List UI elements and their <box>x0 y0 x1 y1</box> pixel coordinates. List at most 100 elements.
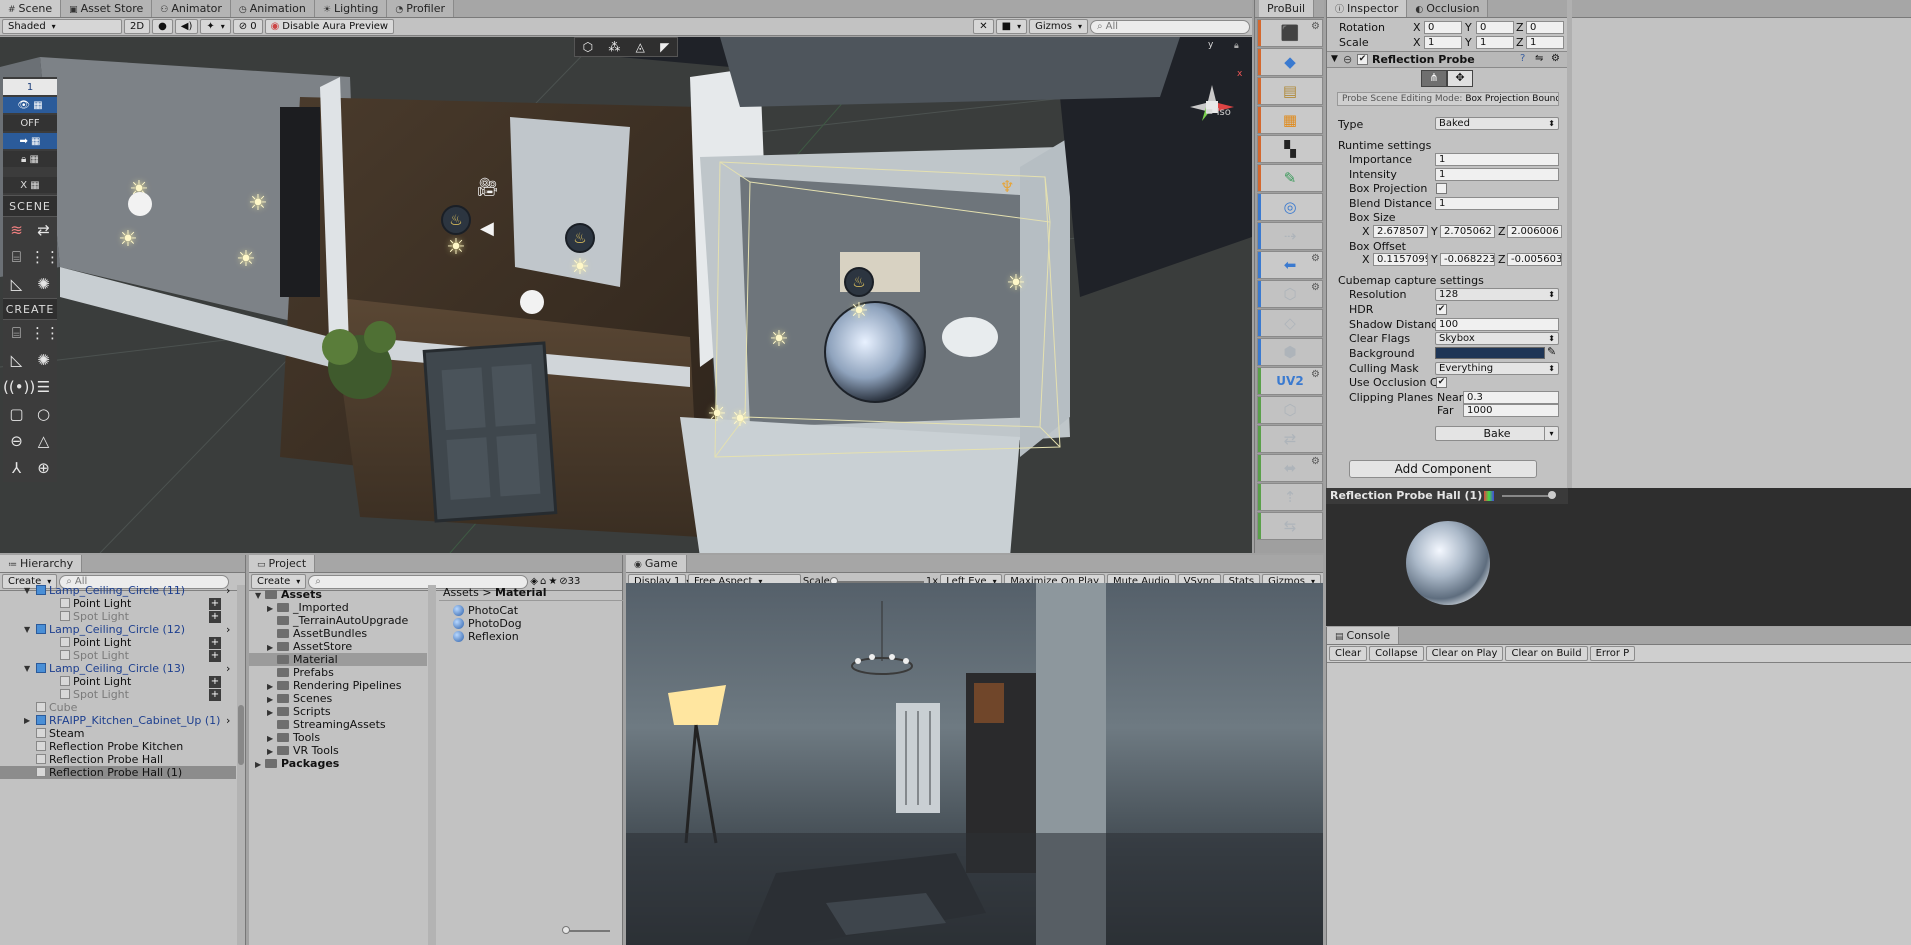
add-override-icon[interactable]: + <box>209 598 221 610</box>
hierarchy-item[interactable]: Reflection Probe Kitchen <box>36 740 183 753</box>
camera-icon[interactable]: ⌸ <box>3 244 30 271</box>
foldout-arrow-icon[interactable]: ▼ <box>255 589 265 602</box>
create-camera-icon[interactable]: ⌸ <box>3 320 30 347</box>
bake-dropdown-arrow-icon[interactable]: ▾ <box>1544 427 1558 440</box>
hierarchy-item[interactable]: Point Light <box>60 675 131 688</box>
hierarchy-item[interactable]: Steam <box>36 727 85 740</box>
create-ruler-icon[interactable]: ◺ <box>3 347 30 374</box>
point-light-gizmo-icon[interactable]: ☀ <box>766 327 792 353</box>
console-collapse-button[interactable]: Collapse <box>1369 646 1424 661</box>
move-origin-icon[interactable]: ✥ <box>1447 70 1473 87</box>
object-mode-icon[interactable]: ⬡ <box>583 40 593 54</box>
rotation-z-field[interactable]: 0 <box>1526 21 1564 34</box>
project-tree-scrollbar[interactable] <box>428 585 436 945</box>
edge-mode-icon[interactable]: ◬ <box>636 40 645 54</box>
move-arrow-icon[interactable]: ➡ ▦ <box>3 133 57 149</box>
off-toggle[interactable]: OFF <box>3 115 57 131</box>
pb-hidden-button[interactable]: ⬢ <box>1257 338 1323 366</box>
hierarchy-item[interactable]: ▶ RFAIPP_Kitchen_Cabinet_Up (1) <box>24 714 220 727</box>
inspector-scrollbar[interactable] <box>1567 0 1572 488</box>
shadow-distance-field[interactable]: 100 <box>1435 318 1559 331</box>
create-sun-icon[interactable]: ✺ <box>30 347 57 374</box>
pb-freeze-button[interactable]: ⇡ <box>1257 483 1323 511</box>
paint-icon[interactable]: ≋ <box>3 217 30 244</box>
spot-light-gizmo-icon[interactable]: ♨ <box>441 205 471 235</box>
project-folder-item[interactable]: _TerrainAutoUpgrade <box>267 614 408 627</box>
pb-material-editor-button[interactable]: ▦ <box>1257 106 1323 134</box>
file-item[interactable]: Reflexion <box>453 630 519 643</box>
hierarchy-scrollbar[interactable] <box>237 585 245 945</box>
console-clear-button[interactable]: Clear <box>1329 646 1368 661</box>
project-folder-item[interactable]: StreamingAssets <box>267 718 386 731</box>
hierarchy-item[interactable]: ▼ Lamp_Ceiling_Circle (11) <box>24 585 185 597</box>
hierarchy-scroll-thumb[interactable] <box>238 705 244 765</box>
foldout-arrow-icon[interactable]: ▼ <box>24 623 30 636</box>
audio-source-gizmo-icon[interactable]: ◀ <box>480 218 494 239</box>
open-prefab-chevron-icon[interactable]: › <box>226 714 230 727</box>
create-cube-icon[interactable]: ▢ <box>3 401 30 428</box>
gear-icon[interactable]: ⚙ <box>1311 253 1320 264</box>
file-item[interactable]: PhotoCat <box>453 604 518 617</box>
type-dropdown[interactable]: Baked <box>1435 117 1559 130</box>
edit-bounds-icon[interactable]: ⋔ <box>1421 70 1447 87</box>
reflection-probe-gizmo-icon[interactable] <box>520 290 544 314</box>
rotation-x-field[interactable]: 0 <box>1424 21 1462 34</box>
open-prefab-chevron-icon[interactable]: › <box>226 662 230 675</box>
ruler-icon[interactable]: ◺ <box>3 271 30 298</box>
project-folder-item[interactable]: AssetBundles <box>267 627 367 640</box>
layer-number[interactable]: 1 <box>3 79 57 95</box>
far-field[interactable]: 1000 <box>1463 404 1559 417</box>
add-override-icon[interactable]: + <box>209 650 221 662</box>
create-cylinder-icon[interactable]: ⊖ <box>3 428 30 455</box>
shading-mode-dropdown[interactable]: Shaded <box>2 19 122 34</box>
box-size-x-field[interactable]: 2.678507 <box>1373 225 1428 238</box>
tab-inspector[interactable]: ⓘ Inspector <box>1327 0 1408 17</box>
projection-label[interactable]: ≡ Iso <box>1205 107 1231 118</box>
point-light-gizmo-icon[interactable]: ☀ <box>443 235 469 261</box>
pb-loop-button[interactable]: ◇ <box>1257 309 1323 337</box>
gizmo-lock-icon[interactable]: 🔒︎ <box>1234 41 1239 51</box>
pb-vertex-colors-button[interactable]: ✎ <box>1257 164 1323 192</box>
add-override-icon[interactable]: + <box>209 676 221 688</box>
project-folder-item[interactable]: ▶ Rendering Pipelines <box>267 679 401 692</box>
pb-new-poly-shape-button[interactable]: ◆ <box>1257 48 1323 76</box>
hidden-objects-toggle[interactable]: ⊘ 0 <box>232 19 263 34</box>
gear-icon[interactable]: ⚙ <box>1311 456 1320 467</box>
hierarchy-item[interactable]: ▼ Lamp_Ceiling_Circle (12) <box>24 623 185 636</box>
channel-icon[interactable] <box>1484 491 1494 501</box>
point-light-gizmo-icon[interactable]: ☀ <box>245 191 271 217</box>
presets-icon[interactable]: ⇋ <box>1535 53 1543 64</box>
project-folder-item[interactable]: ▶ Scripts <box>267 705 331 718</box>
box-offset-y-field[interactable]: -0.0682237 <box>1440 253 1495 266</box>
box-size-y-field[interactable]: 2.705062 <box>1440 225 1495 238</box>
pb-selection-button[interactable]: ◎ <box>1257 193 1323 221</box>
breadcrumb-leaf[interactable]: Material <box>495 586 546 599</box>
gizmos-dropdown[interactable]: Gizmos <box>1029 19 1088 34</box>
breadcrumb-root[interactable]: Assets <box>443 586 479 599</box>
gear-icon[interactable]: ⚙ <box>1551 53 1560 64</box>
occlusion-culling-checkbox[interactable]: ✔ <box>1436 377 1447 388</box>
tab-scene[interactable]: # Scene <box>0 0 62 17</box>
vertex-mode-icon[interactable]: ⁂ <box>608 40 620 54</box>
icon-size-slider[interactable] <box>566 930 610 932</box>
bake-button[interactable]: Bake ▾ <box>1435 426 1559 441</box>
hierarchy-item[interactable]: Point Light <box>60 636 131 649</box>
create-rain-icon[interactable]: ⋮⋮ <box>30 320 60 347</box>
point-light-gizmo-icon[interactable]: ☀ <box>846 299 872 325</box>
hierarchy-item[interactable]: Spot Light <box>60 688 129 701</box>
hierarchy-item[interactable]: Reflection Probe Hall (1) <box>0 766 236 779</box>
pb-smoothing-button[interactable]: ▤ <box>1257 77 1323 105</box>
camera-gizmo-icon[interactable]: 🎥︎ <box>476 177 499 198</box>
create-cone-icon[interactable]: △ <box>30 428 57 455</box>
lock-icon[interactable]: 🔒︎ ▦ <box>3 151 57 167</box>
add-override-icon[interactable]: + <box>209 637 221 649</box>
spot-light-gizmo-icon[interactable]: ♨ <box>844 267 874 297</box>
create-sphere-icon[interactable]: ○ <box>30 401 57 428</box>
face-mode-icon[interactable]: ◤ <box>660 40 669 54</box>
file-item[interactable]: PhotoDog <box>453 617 522 630</box>
tab-hierarchy[interactable]: ≔ Hierarchy <box>0 555 83 572</box>
pb-mirror-button[interactable]: ⇄ <box>1257 425 1323 453</box>
spot-light-cone-icon[interactable]: ♆ <box>1000 177 1014 196</box>
point-light-gizmo-icon[interactable]: ☀ <box>115 227 141 253</box>
hierarchy-item[interactable]: Spot Light <box>60 610 129 623</box>
